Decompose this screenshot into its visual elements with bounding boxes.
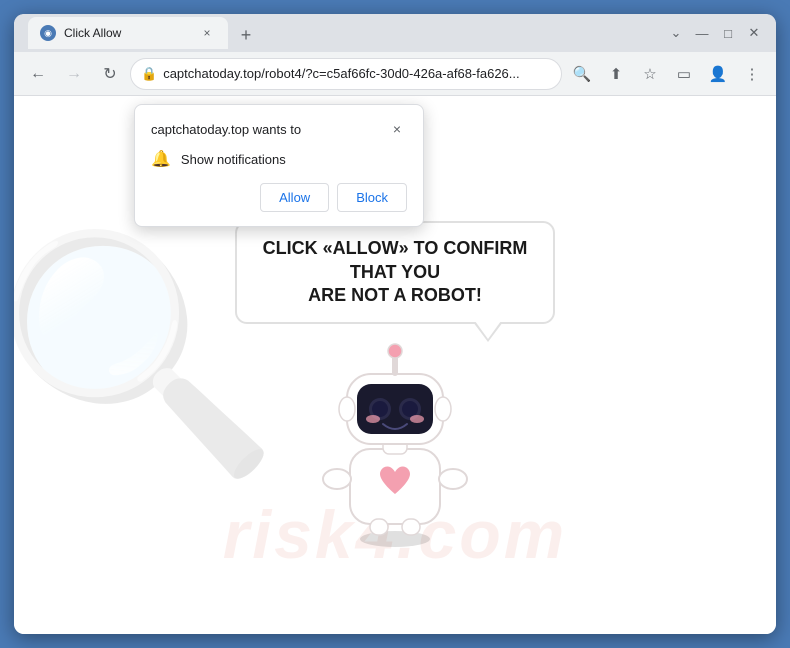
favicon-icon: ◉ <box>44 28 52 39</box>
chevron-down-icon[interactable]: ⌄ <box>664 21 688 45</box>
bubble-text-line2: ARE NOT A ROBOT! <box>257 284 533 307</box>
maximize-button[interactable]: □ <box>716 21 740 45</box>
notification-popup: captchatoday.top wants to × 🔔 Show notif… <box>134 104 424 227</box>
search-icon[interactable]: 🔍 <box>566 58 598 90</box>
popup-header: captchatoday.top wants to × <box>151 119 407 139</box>
navigation-bar: ← → ↻ 🔒 captchatoday.top/robot4/?c=c5af6… <box>14 52 776 96</box>
allow-button[interactable]: Allow <box>260 183 329 212</box>
robot-section: CLICK «ALLOW» TO CONFIRM THAT YOU ARE NO… <box>235 221 555 548</box>
address-bar[interactable]: 🔒 captchatoday.top/robot4/?c=c5af66fc-30… <box>130 58 562 90</box>
popup-close-button[interactable]: × <box>387 119 407 139</box>
sidebar-icon[interactable]: ▭ <box>668 58 700 90</box>
block-button[interactable]: Block <box>337 183 407 212</box>
profile-icon[interactable]: 👤 <box>702 58 734 90</box>
popup-notification-row: 🔔 Show notifications <box>151 149 407 169</box>
robot-svg <box>295 319 495 549</box>
notification-label: Show notifications <box>181 152 286 167</box>
browser-window: ◉ Click Allow × + ⌄ — □ ✕ ← → ↻ 🔒 captch… <box>14 14 776 634</box>
nav-right-icons: 🔍 ⬆ ☆ ▭ 👤 ⋮ <box>566 58 768 90</box>
back-button[interactable]: ← <box>22 58 54 90</box>
tab-favicon: ◉ <box>40 25 56 41</box>
menu-icon[interactable]: ⋮ <box>736 58 768 90</box>
title-bar-controls: ⌄ — □ ✕ <box>664 21 766 45</box>
new-tab-button[interactable]: + <box>232 21 260 49</box>
reload-button[interactable]: ↻ <box>94 58 126 90</box>
content-area: 🔍 risk4.com captchatoday.top wants to × … <box>14 96 776 634</box>
minimize-button[interactable]: — <box>690 21 714 45</box>
url-text: captchatoday.top/robot4/?c=c5af66fc-30d0… <box>163 66 551 81</box>
popup-title: captchatoday.top wants to <box>151 122 301 137</box>
lock-icon: 🔒 <box>141 66 157 82</box>
popup-buttons: Allow Block <box>151 183 407 212</box>
bell-icon: 🔔 <box>151 149 171 169</box>
share-icon[interactable]: ⬆ <box>600 58 632 90</box>
title-bar: ◉ Click Allow × + ⌄ — □ ✕ <box>14 14 776 52</box>
robot-illustration <box>295 319 495 549</box>
tab-title: Click Allow <box>64 26 190 40</box>
bookmark-icon[interactable]: ☆ <box>634 58 666 90</box>
bubble-text-line1: CLICK «ALLOW» TO CONFIRM THAT YOU <box>257 237 533 284</box>
tab-close-button[interactable]: × <box>198 24 216 42</box>
active-tab[interactable]: ◉ Click Allow × <box>28 17 228 49</box>
tab-bar: ◉ Click Allow × + <box>24 17 656 49</box>
speech-bubble: CLICK «ALLOW» TO CONFIRM THAT YOU ARE NO… <box>235 221 555 323</box>
forward-button[interactable]: → <box>58 58 90 90</box>
close-button[interactable]: ✕ <box>742 21 766 45</box>
